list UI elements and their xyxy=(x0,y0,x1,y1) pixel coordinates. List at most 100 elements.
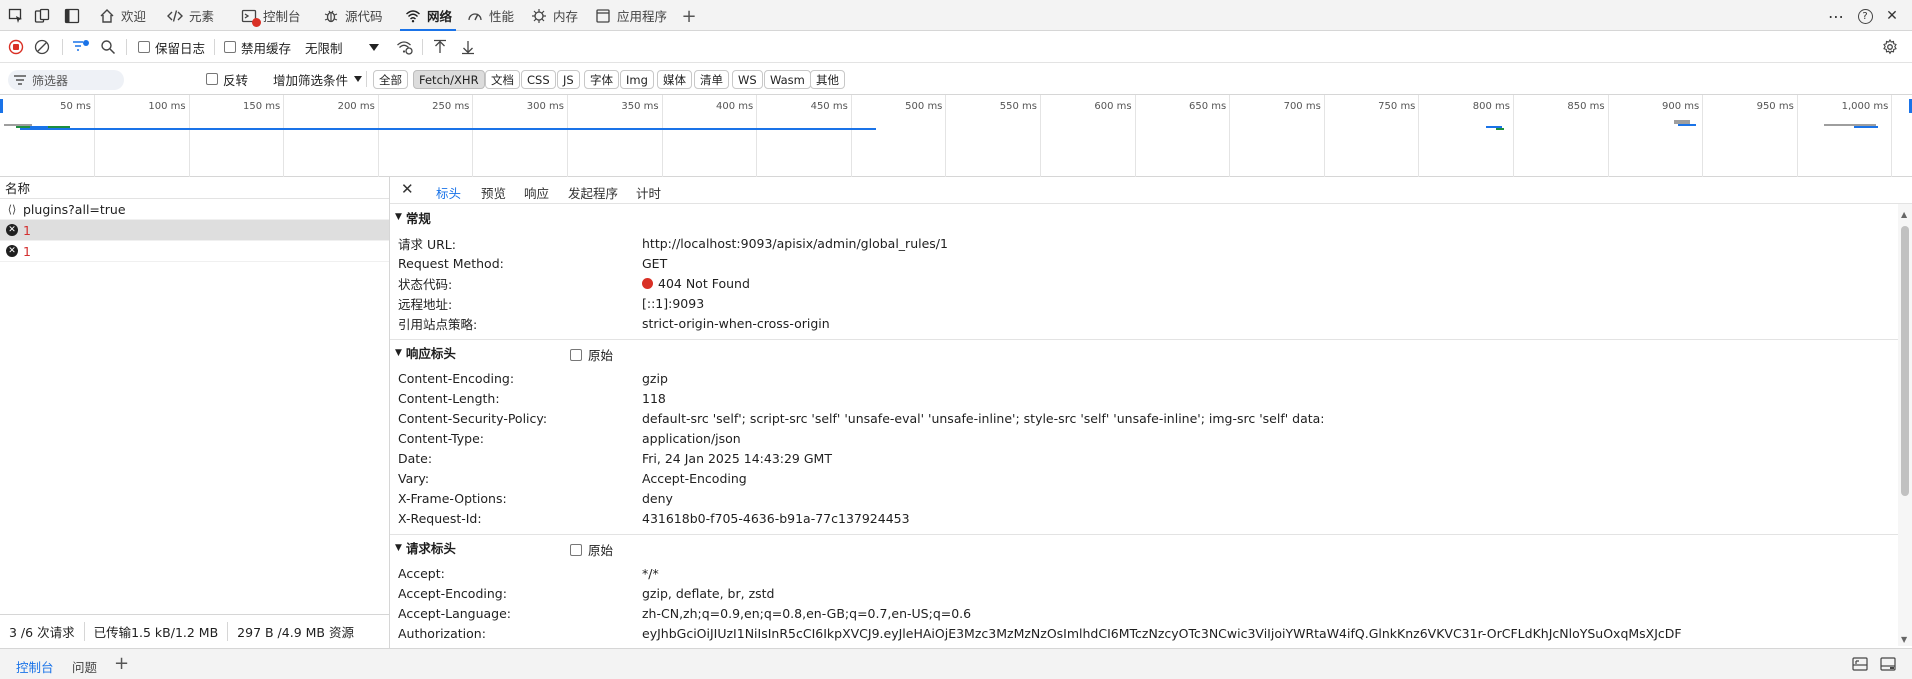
header-name: Date: xyxy=(398,450,433,466)
header-value: strict-origin-when-cross-origin xyxy=(642,315,830,331)
timeline-tick-label: 350 ms xyxy=(621,101,659,112)
tab-application[interactable]: 应用程序 xyxy=(594,0,667,31)
filter-type-css[interactable]: CSS xyxy=(521,70,556,89)
checkbox-box[interactable] xyxy=(224,41,236,53)
scrollbar-thumb[interactable] xyxy=(1901,226,1909,496)
filter-type-font[interactable]: 字体 xyxy=(584,70,619,89)
header-value: 404 Not Found xyxy=(658,275,750,291)
timeline-handle-left[interactable] xyxy=(0,99,3,113)
clear-button[interactable] xyxy=(34,38,50,56)
filter-toggle-button[interactable] xyxy=(72,38,90,56)
header-row: Content-Length: 118 xyxy=(390,388,1898,408)
header-value: Fri, 24 Jan 2025 14:43:29 GMT xyxy=(642,450,832,466)
request-row[interactable]: ✕ 1 xyxy=(0,241,389,262)
tab-preview[interactable]: 预览 xyxy=(481,183,506,202)
filter-type-manifest[interactable]: 清单 xyxy=(694,70,729,89)
add-tab-icon[interactable]: + xyxy=(679,6,699,27)
app-icon xyxy=(594,7,612,25)
raw-toggle[interactable]: 原始 xyxy=(570,345,613,364)
checkbox-box[interactable] xyxy=(570,543,582,556)
request-headers-section-header[interactable]: ▼ 请求标头 原始 xyxy=(390,534,1898,560)
timeline-tick-label: 600 ms xyxy=(1094,101,1132,112)
tab-sources[interactable]: 源代码 xyxy=(322,0,383,31)
record-button[interactable] xyxy=(8,38,24,56)
raw-toggle[interactable]: 原始 xyxy=(570,540,613,559)
scroll-down-icon[interactable]: ▼ xyxy=(1901,635,1907,644)
response-headers-section-header[interactable]: ▼ 响应标头 原始 xyxy=(390,339,1898,365)
invert-checkbox[interactable]: 反转 xyxy=(206,70,248,88)
request-name: plugins?all=true xyxy=(23,201,126,217)
timeline-gridline xyxy=(1796,95,1798,177)
dock-side-icon[interactable] xyxy=(62,6,82,26)
add-drawer-tab-icon[interactable]: + xyxy=(114,653,129,674)
filter-type-other[interactable]: 其他 xyxy=(810,70,845,89)
name-column-header[interactable]: 名称 xyxy=(0,177,389,199)
tab-performance[interactable]: 性能 xyxy=(466,0,514,31)
network-conditions-button[interactable] xyxy=(396,38,414,56)
filter-type-fetch-xhr[interactable]: Fetch/XHR xyxy=(413,70,485,89)
device-toolbar-icon[interactable] xyxy=(32,6,52,26)
disable-cache-checkbox[interactable]: 禁用缓存 xyxy=(224,38,291,56)
more-filters-dropdown[interactable]: 增加筛选条件 xyxy=(273,70,363,88)
general-section-header[interactable]: ▼ 常规 xyxy=(390,204,1898,230)
help-icon[interactable]: ? xyxy=(1855,6,1875,26)
request-row[interactable]: ⟨⟩ plugins?all=true xyxy=(0,199,389,220)
close-devtools-icon[interactable]: ✕ xyxy=(1882,6,1902,26)
preserve-log-checkbox[interactable]: 保留日志 xyxy=(138,38,205,56)
filter-placeholder: 筛选器 xyxy=(32,73,69,88)
header-value: Accept-Encoding xyxy=(642,470,747,486)
filter-type-doc[interactable]: 文档 xyxy=(485,70,520,89)
throttling-select[interactable]: 无限制 xyxy=(305,38,343,56)
search-button[interactable] xyxy=(100,38,116,56)
drawer-tab-console[interactable]: 控制台 xyxy=(16,657,54,676)
import-har-button[interactable] xyxy=(432,38,448,56)
filter-type-js[interactable]: JS xyxy=(557,70,580,89)
tab-initiator[interactable]: 发起程序 xyxy=(568,183,618,202)
tab-timing[interactable]: 计时 xyxy=(636,183,661,202)
tab-network[interactable]: 网络 xyxy=(399,0,457,31)
filter-input[interactable]: 筛选器 xyxy=(8,70,124,90)
checkbox-box[interactable] xyxy=(138,41,150,53)
header-value: application/json xyxy=(642,430,741,446)
filter-type-all[interactable]: 全部 xyxy=(373,70,408,89)
network-overview-timeline[interactable]: 50 ms 100 ms 150 ms 200 ms 250 ms 300 ms 350 m… xyxy=(0,95,1912,177)
request-row[interactable]: ✕ 1 xyxy=(0,220,389,241)
more-options-icon[interactable]: ⋯ xyxy=(1826,6,1846,26)
filter-type-media[interactable]: 媒体 xyxy=(657,70,692,89)
tab-memory[interactable]: 内存 xyxy=(530,0,578,31)
tab-response[interactable]: 响应 xyxy=(524,183,549,202)
filter-type-wasm[interactable]: Wasm xyxy=(764,70,811,89)
network-settings-button[interactable] xyxy=(1882,38,1898,56)
header-row: Accept-Language: zh-CN,zh;q=0.9,en;q=0.8,… xyxy=(390,603,1898,623)
throttling-dropdown-icon[interactable] xyxy=(368,38,380,56)
response-headers-section: Content-Encoding: gzip Content-Length: 118 C… xyxy=(390,365,1898,534)
header-name: X-Request-Id: xyxy=(398,510,482,526)
filter-type-ws[interactable]: WS xyxy=(732,70,763,89)
status-error-icon xyxy=(642,277,653,289)
scroll-up-icon[interactable]: ▲ xyxy=(1901,210,1907,219)
detail-scrollbar[interactable]: ▲ ▼ xyxy=(1898,204,1912,646)
timeline-tick-label: 500 ms xyxy=(905,101,943,112)
timeline-gridline xyxy=(377,95,379,177)
timeline-tick-label: 950 ms xyxy=(1756,101,1794,112)
checkbox-box[interactable] xyxy=(570,348,582,361)
timeline-gridline xyxy=(661,95,663,177)
dock-drawer-icon[interactable] xyxy=(1852,657,1868,674)
tab-elements[interactable]: 元素 xyxy=(166,0,214,31)
export-har-button[interactable] xyxy=(460,38,476,56)
tab-headers[interactable]: 标头 xyxy=(429,183,468,209)
timeline-gridline xyxy=(1702,95,1704,177)
close-drawer-icon[interactable] xyxy=(1880,657,1896,674)
drawer-tab-issues[interactable]: 问题 xyxy=(72,657,97,676)
inspect-icon[interactable] xyxy=(6,6,26,26)
error-icon: ✕ xyxy=(6,224,18,236)
tab-welcome[interactable]: 欢迎 xyxy=(98,0,146,31)
header-row: 引用站点策略: strict-origin-when-cross-origin xyxy=(390,313,1898,333)
tab-label: 内存 xyxy=(553,9,579,24)
close-detail-icon[interactable]: ✕ xyxy=(401,180,414,198)
checkbox-box[interactable] xyxy=(206,73,218,85)
tab-console[interactable]: 控制台 xyxy=(240,0,301,31)
timeline-bar xyxy=(1496,128,1504,130)
resources-size: 297 B /4.9 MB 资源 xyxy=(237,625,354,640)
filter-type-img[interactable]: Img xyxy=(620,70,654,89)
